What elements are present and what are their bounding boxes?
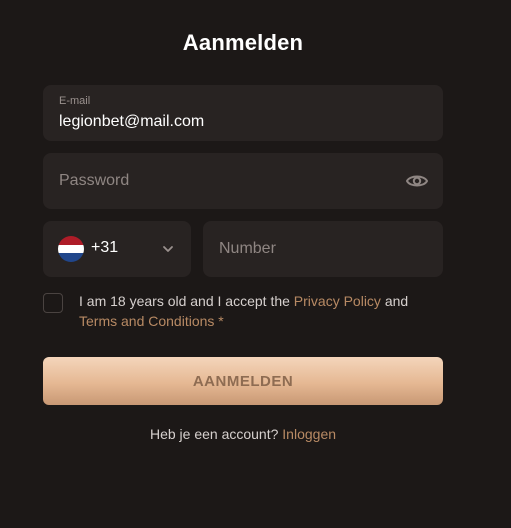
terms-link[interactable]: Terms and Conditions	[79, 313, 214, 329]
privacy-policy-link[interactable]: Privacy Policy	[294, 293, 381, 309]
consent-and: and	[384, 293, 409, 309]
required-mark: *	[218, 313, 224, 329]
email-label: E-mail	[59, 95, 91, 107]
phone-number-field[interactable]	[203, 221, 443, 277]
netherlands-flag-icon	[58, 236, 84, 262]
consent-text-before: I am 18 years old and I accept the	[79, 293, 290, 309]
password-input[interactable]	[59, 169, 389, 193]
signup-submit-button[interactable]: AANMELDEN	[43, 357, 443, 405]
chevron-down-icon	[161, 242, 175, 256]
login-link[interactable]: Inloggen	[282, 426, 336, 442]
eye-icon[interactable]	[405, 170, 429, 192]
login-prompt: Heb je een account?	[149, 426, 279, 442]
dial-code: +31	[91, 239, 119, 256]
email-field[interactable]: E-mail	[43, 85, 443, 141]
email-input[interactable]	[59, 111, 419, 133]
consent-text: I am 18 years old and I accept the Priva…	[79, 291, 439, 331]
phone-number-input[interactable]	[219, 237, 419, 261]
password-field[interactable]	[43, 153, 443, 209]
age-consent-checkbox[interactable]	[43, 293, 63, 313]
page-title: Aanmelden	[182, 30, 304, 55]
signup-modal: Aanmelden E-mail +31	[0, 0, 511, 528]
login-prompt-row: Heb je een account? Inloggen	[0, 426, 486, 442]
country-code-select[interactable]: +31	[43, 221, 191, 277]
